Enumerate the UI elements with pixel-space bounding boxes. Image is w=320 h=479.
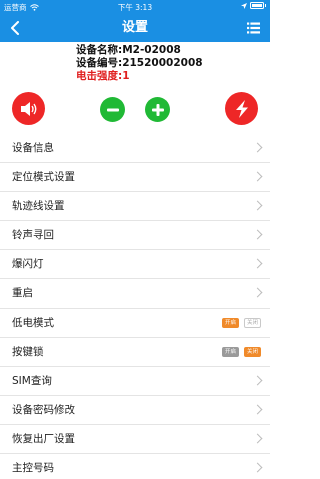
menu-item-label: 定位模式设置 — [12, 171, 75, 184]
menu-item-device-info[interactable]: 设备信息 — [0, 134, 270, 164]
shock-strength: 电击强度:1 — [76, 70, 130, 82]
increase-button[interactable] — [145, 97, 170, 122]
chevron-right-icon — [252, 200, 263, 211]
status-time: 下午 3:13 — [117, 3, 153, 12]
speaker-icon — [20, 101, 36, 116]
battery-icon — [249, 2, 264, 9]
menu-item-factory-reset[interactable]: 恢复出厂设置 — [0, 425, 270, 455]
menu-item-label: 恢复出厂设置 — [12, 432, 75, 445]
low-power-toggle: 开启 关闭 — [222, 317, 261, 328]
menu-item-flash-light[interactable]: 爆闪灯 — [0, 250, 270, 280]
menu-item-label: 设备密码修改 — [12, 403, 75, 416]
menu-item-password-change[interactable]: 设备密码修改 — [0, 396, 270, 425]
menu-item-label: 重启 — [12, 287, 33, 300]
lightning-icon — [235, 99, 248, 118]
chevron-right-icon — [252, 462, 263, 473]
status-bar: 运营商 下午 3:13 — [0, 0, 270, 14]
low-power-off-button[interactable]: 关闭 — [244, 317, 261, 328]
menu-item-track-settings[interactable]: 轨迹线设置 — [0, 192, 270, 222]
minus-icon — [106, 108, 119, 111]
chevron-right-icon — [252, 404, 263, 415]
chevron-right-icon — [252, 375, 263, 386]
menu-item-location-mode[interactable]: 定位模式设置 — [0, 163, 270, 193]
menu-item-master-number[interactable]: 主控号码 — [0, 454, 270, 479]
menu-item-label: 按键锁 — [12, 345, 44, 358]
menu-item-label: 设备信息 — [12, 142, 54, 154]
menu-item-sim-query[interactable]: SIM查询 — [0, 367, 270, 396]
menu-item-label: 轨迹线设置 — [12, 200, 65, 213]
menu-item-label: 爆闪灯 — [12, 258, 44, 271]
list-menu-icon[interactable] — [247, 22, 260, 34]
key-lock-off-button[interactable]: 关闭 — [244, 346, 261, 357]
chevron-right-icon — [252, 433, 263, 444]
chevron-right-icon — [252, 258, 263, 269]
nav-bar: 设置 — [0, 14, 270, 42]
chevron-right-icon — [252, 171, 263, 182]
menu-item-label: 低电模式 — [12, 316, 54, 329]
chevron-right-icon — [252, 288, 263, 298]
chevron-right-icon — [252, 229, 263, 240]
control-bar — [0, 92, 270, 126]
menu-item-label: SIM查询 — [12, 374, 52, 387]
key-lock-toggle: 开启 关闭 — [222, 346, 261, 357]
menu-item-low-power: 低电模式 开启 关闭 — [0, 309, 270, 338]
low-power-on-button[interactable]: 开启 — [222, 317, 239, 328]
chevron-right-icon — [252, 142, 263, 153]
menu-item-label: 铃声寻回 — [12, 229, 54, 242]
device-summary: 设备名称:M2-02008 设备编号:21520002008 电击强度:1 — [76, 44, 203, 83]
device-id: 设备编号:21520002008 — [76, 57, 203, 69]
menu-item-ring-find[interactable]: 铃声寻回 — [0, 221, 270, 251]
settings-list: 设备信息 定位模式设置 轨迹线设置 铃声寻回 爆闪灯 重启 低电模式 开启 关闭… — [0, 134, 270, 479]
decrease-button[interactable] — [100, 97, 125, 122]
menu-item-key-lock: 按键锁 开启 关闭 — [0, 338, 270, 367]
menu-item-label: 主控号码 — [12, 462, 54, 475]
device-name: 设备名称:M2-02008 — [76, 44, 181, 56]
key-lock-on-button[interactable]: 开启 — [222, 346, 239, 357]
menu-item-restart[interactable]: 重启 — [0, 279, 270, 309]
shock-button[interactable] — [225, 92, 258, 125]
sound-button[interactable] — [12, 92, 45, 125]
location-arrow-icon — [240, 2, 247, 9]
plus-icon — [151, 103, 164, 116]
page-title: 设置 — [121, 20, 148, 35]
